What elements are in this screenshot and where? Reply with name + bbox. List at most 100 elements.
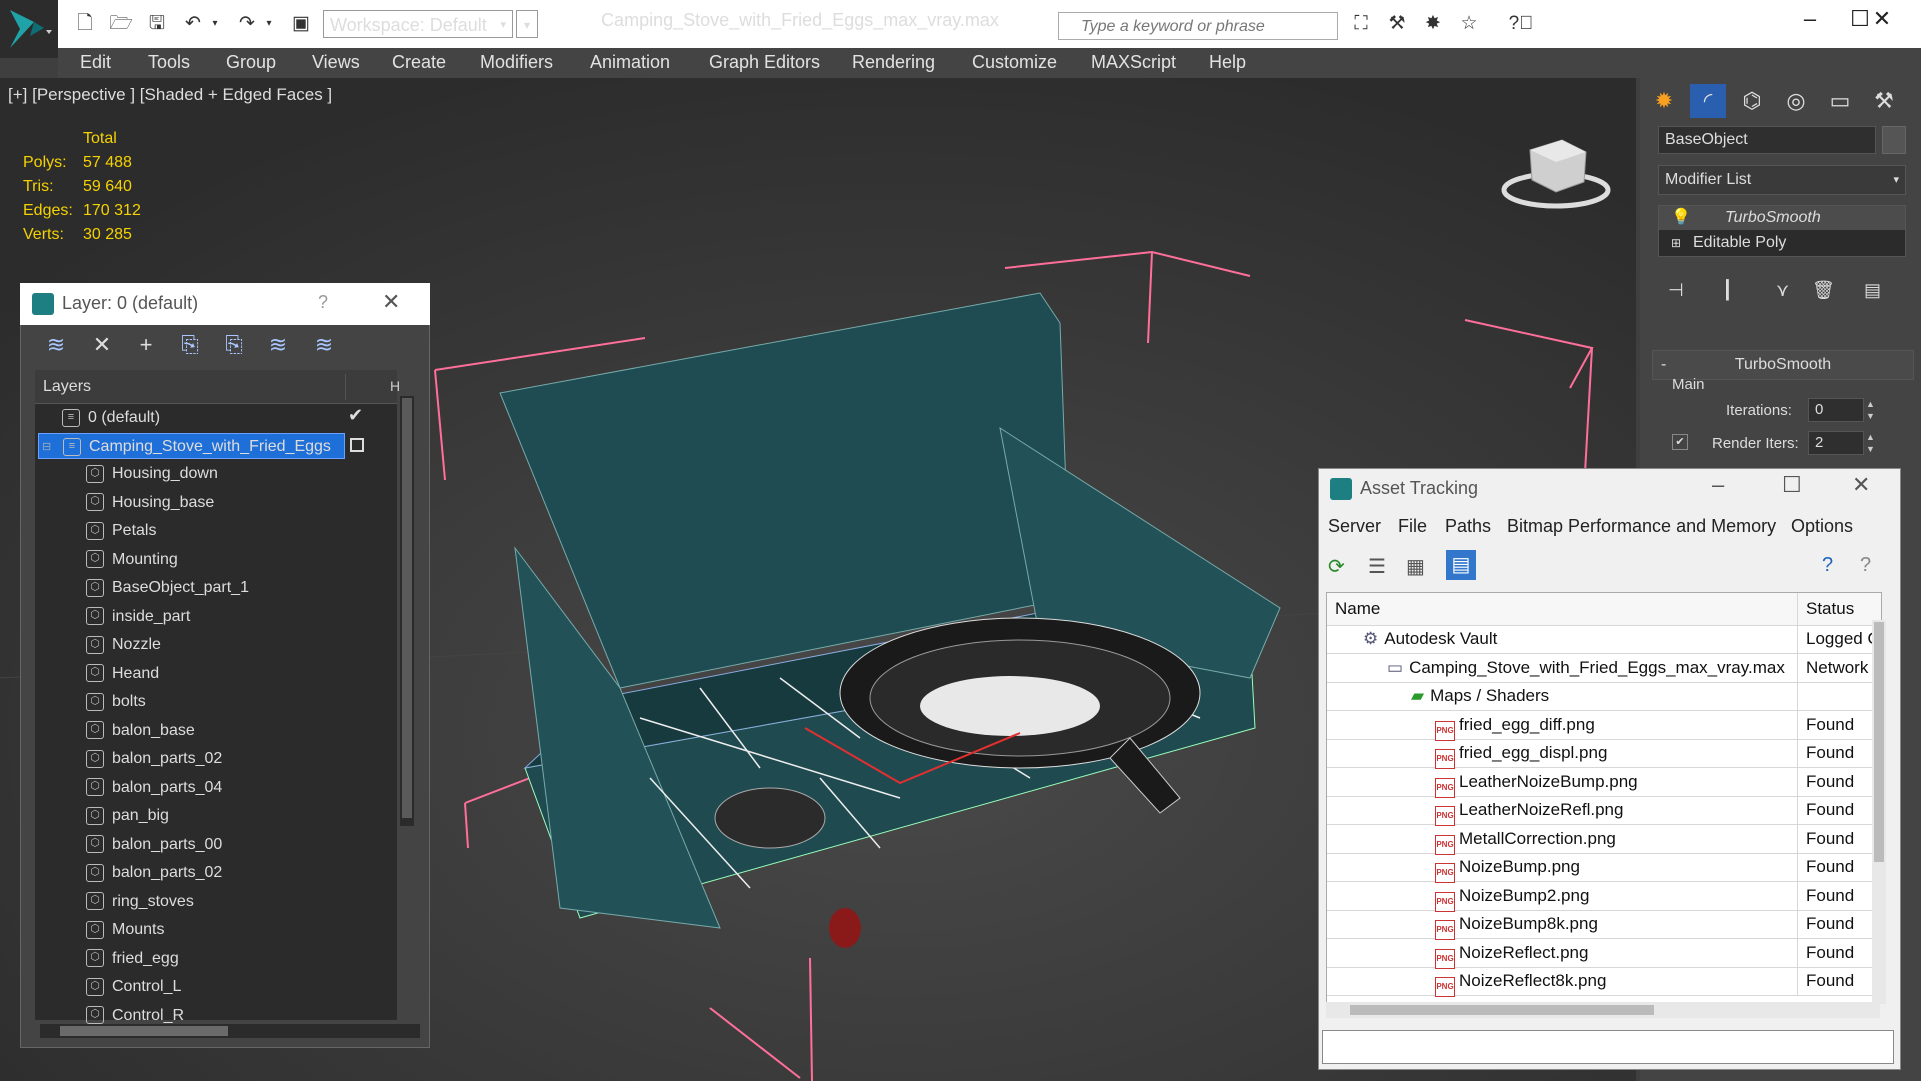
- open-file-icon[interactable]: 🗁: [108, 13, 134, 35]
- stack-item-editable-poly[interactable]: ⊞ Editable Poly: [1659, 231, 1905, 255]
- layer-object-row[interactable]: ⬡ inside_part: [86, 604, 190, 630]
- asset-row[interactable]: PNG MetallCorrection.png Found: [1327, 824, 1881, 855]
- pin-stack-icon[interactable]: ⊣: [1668, 280, 1684, 301]
- asset-row[interactable]: ⚙ Autodesk Vault Logged O: [1327, 625, 1881, 654]
- undo-icon[interactable]: ↶: [180, 13, 206, 35]
- name-column-header[interactable]: Name: [1335, 599, 1380, 618]
- table-view-icon[interactable]: ▤: [1446, 550, 1476, 580]
- layer-object-row[interactable]: ⬡ Control_L: [86, 974, 181, 1000]
- menu-customize[interactable]: Customize: [972, 52, 1057, 73]
- motion-tab-icon[interactable]: ◎: [1778, 84, 1814, 118]
- viewcube-icon[interactable]: [1500, 130, 1612, 210]
- layer-row-camping-stove[interactable]: ≡ Camping_Stove_with_Fried_Eggs: [38, 433, 345, 459]
- asset-table[interactable]: Name Status ⚙ Autodesk Vault Logged O ▭ Camp…: [1326, 592, 1882, 1004]
- iterations-spinner[interactable]: 0: [1808, 398, 1864, 422]
- menu-help[interactable]: Help: [1209, 52, 1246, 73]
- layer-object-row[interactable]: ⬡ BaseObject_part_1: [86, 575, 249, 601]
- layer-object-row[interactable]: ⬡ Control_R: [86, 1003, 184, 1029]
- hierarchy-tab-icon[interactable]: ⌬: [1734, 84, 1770, 118]
- help-icon[interactable]: ?: [318, 292, 328, 313]
- list-view-icon[interactable]: ☰: [1368, 554, 1386, 579]
- layer-object-row[interactable]: ⬡ Housing_down: [86, 461, 218, 487]
- asset-row[interactable]: PNG NoizeBump2.png Found: [1327, 881, 1881, 912]
- expand-plus-icon[interactable]: ⊞: [1671, 236, 1681, 250]
- options-help-icon[interactable]: ?: [1860, 554, 1871, 577]
- layer-object-row[interactable]: ⬡ balon_parts_00: [86, 832, 222, 858]
- menu-file[interactable]: File: [1398, 516, 1427, 537]
- asset-row[interactable]: ▰ Maps / Shaders: [1327, 682, 1881, 711]
- menu-options[interactable]: Options: [1791, 516, 1853, 537]
- delete-layer-icon[interactable]: ✕: [86, 330, 118, 360]
- workspace-dropdown[interactable]: Workspace: Default ▾: [323, 10, 513, 38]
- new-file-icon[interactable]: 🗋: [72, 13, 98, 35]
- asset-row[interactable]: PNG LeatherNoizeRefl.png Found: [1327, 796, 1881, 826]
- asset-row[interactable]: PNG LeatherNoizeBump.png Found: [1327, 767, 1881, 798]
- configure-sets-icon[interactable]: ▤: [1864, 280, 1881, 301]
- asset-row[interactable]: PNG NoizeReflect.png Found: [1327, 938, 1881, 969]
- asset-horizontal-scrollbar[interactable]: [1326, 1002, 1880, 1018]
- layer-object-row[interactable]: ⬡ Mounts: [86, 917, 164, 943]
- menu-tools[interactable]: Tools: [148, 52, 190, 73]
- project-icon[interactable]: ▣: [288, 13, 314, 35]
- thumbnail-view-icon[interactable]: ▦: [1406, 554, 1425, 579]
- layer-object-row[interactable]: ⬡ ring_stoves: [86, 889, 194, 915]
- menu-views[interactable]: Views: [312, 52, 360, 73]
- layer-object-row[interactable]: ⬡ balon_parts_04: [86, 775, 222, 801]
- layer-object-row[interactable]: ⬡ balon_base: [86, 718, 195, 744]
- layer-object-row[interactable]: ⬡ pan_big: [86, 803, 169, 829]
- layer-object-row[interactable]: ⬡ balon_parts_02: [86, 746, 222, 772]
- render-iters-checkbox[interactable]: ✔: [1672, 434, 1688, 450]
- asset-row[interactable]: PNG NoizeReflect8k.png Found: [1327, 967, 1881, 997]
- layer-object-row[interactable]: ⬡ Heand: [86, 661, 159, 687]
- menu-animation[interactable]: Animation: [590, 52, 670, 73]
- object-name-field[interactable]: BaseObject: [1658, 126, 1876, 154]
- modify-tab-icon[interactable]: ◜: [1690, 84, 1726, 118]
- display-tab-icon[interactable]: ▭: [1822, 84, 1858, 118]
- layer-object-row[interactable]: ⬡ Housing_base: [86, 490, 214, 516]
- menu-modifiers[interactable]: Modifiers: [480, 52, 553, 73]
- lightbulb-icon[interactable]: 💡: [1671, 209, 1691, 226]
- make-unique-icon[interactable]: ⋎: [1776, 280, 1789, 301]
- tools-icon[interactable]: ⚒: [1384, 13, 1410, 35]
- spinner-arrows-icon[interactable]: ▲ ▼: [1866, 398, 1875, 422]
- redo-dropdown-icon[interactable]: ▾: [262, 13, 276, 35]
- close-icon[interactable]: ✕: [382, 289, 400, 315]
- menu-edit[interactable]: Edit: [80, 52, 111, 73]
- search-input[interactable]: Type a keyword or phrase: [1058, 12, 1338, 40]
- create-tab-icon[interactable]: ✹: [1646, 84, 1682, 118]
- menu-bitmap-performance[interactable]: Bitmap Performance and Memory: [1507, 516, 1776, 537]
- layer-icon[interactable]: ≋: [40, 330, 72, 360]
- utilities-tab-icon[interactable]: ⚒: [1866, 84, 1902, 118]
- asset-row[interactable]: PNG fried_egg_displ.png Found: [1327, 739, 1881, 769]
- redo-icon[interactable]: ↷: [234, 13, 260, 35]
- highlight-selected-icon[interactable]: ⎘: [218, 330, 250, 360]
- layer-object-row[interactable]: ⬡ Nozzle: [86, 632, 161, 658]
- hide-layers-icon[interactable]: ≋: [262, 330, 294, 360]
- freeze-layers-icon[interactable]: ≋: [308, 330, 340, 360]
- layer-object-row[interactable]: ⬡ bolts: [86, 689, 146, 715]
- save-icon[interactable]: 🖫: [144, 13, 170, 35]
- minimize-icon[interactable]: –: [1712, 472, 1724, 498]
- menu-graph-editors[interactable]: Graph Editors: [709, 52, 820, 73]
- layer-object-row[interactable]: ⬡ balon_parts_02: [86, 860, 222, 886]
- render-iters-spinner[interactable]: 2: [1808, 431, 1864, 455]
- asset-row[interactable]: PNG fried_egg_diff.png Found: [1327, 710, 1881, 741]
- modifier-list-dropdown[interactable]: Modifier List ▾: [1658, 165, 1906, 195]
- select-objects-icon[interactable]: ⎘: [174, 330, 206, 360]
- vault-help-icon[interactable]: ?: [1822, 554, 1833, 577]
- asset-path-field[interactable]: [1322, 1030, 1894, 1064]
- close-icon[interactable]: ✕: [1862, 6, 1902, 32]
- layer-object-row[interactable]: ⬡ fried_egg: [86, 946, 179, 972]
- asset-row[interactable]: PNG NoizeBump8k.png Found: [1327, 910, 1881, 940]
- binoculars-icon[interactable]: ⛶: [1348, 13, 1374, 35]
- vertical-scrollbar[interactable]: [400, 396, 414, 826]
- layer-visibility-box[interactable]: [350, 438, 364, 452]
- stack-item-turbosmooth[interactable]: 💡 TurboSmooth: [1659, 206, 1905, 230]
- object-color-swatch[interactable]: [1882, 126, 1906, 154]
- communication-icon[interactable]: ✸: [1420, 13, 1446, 35]
- help-icon[interactable]: ?⃝: [1508, 13, 1534, 35]
- spinner-arrows-icon[interactable]: ▲ ▼: [1866, 431, 1875, 455]
- maximize-icon[interactable]: ☐: [1782, 472, 1802, 498]
- close-icon[interactable]: ✕: [1852, 472, 1870, 498]
- collapse-minus-icon[interactable]: ⊟: [42, 440, 51, 453]
